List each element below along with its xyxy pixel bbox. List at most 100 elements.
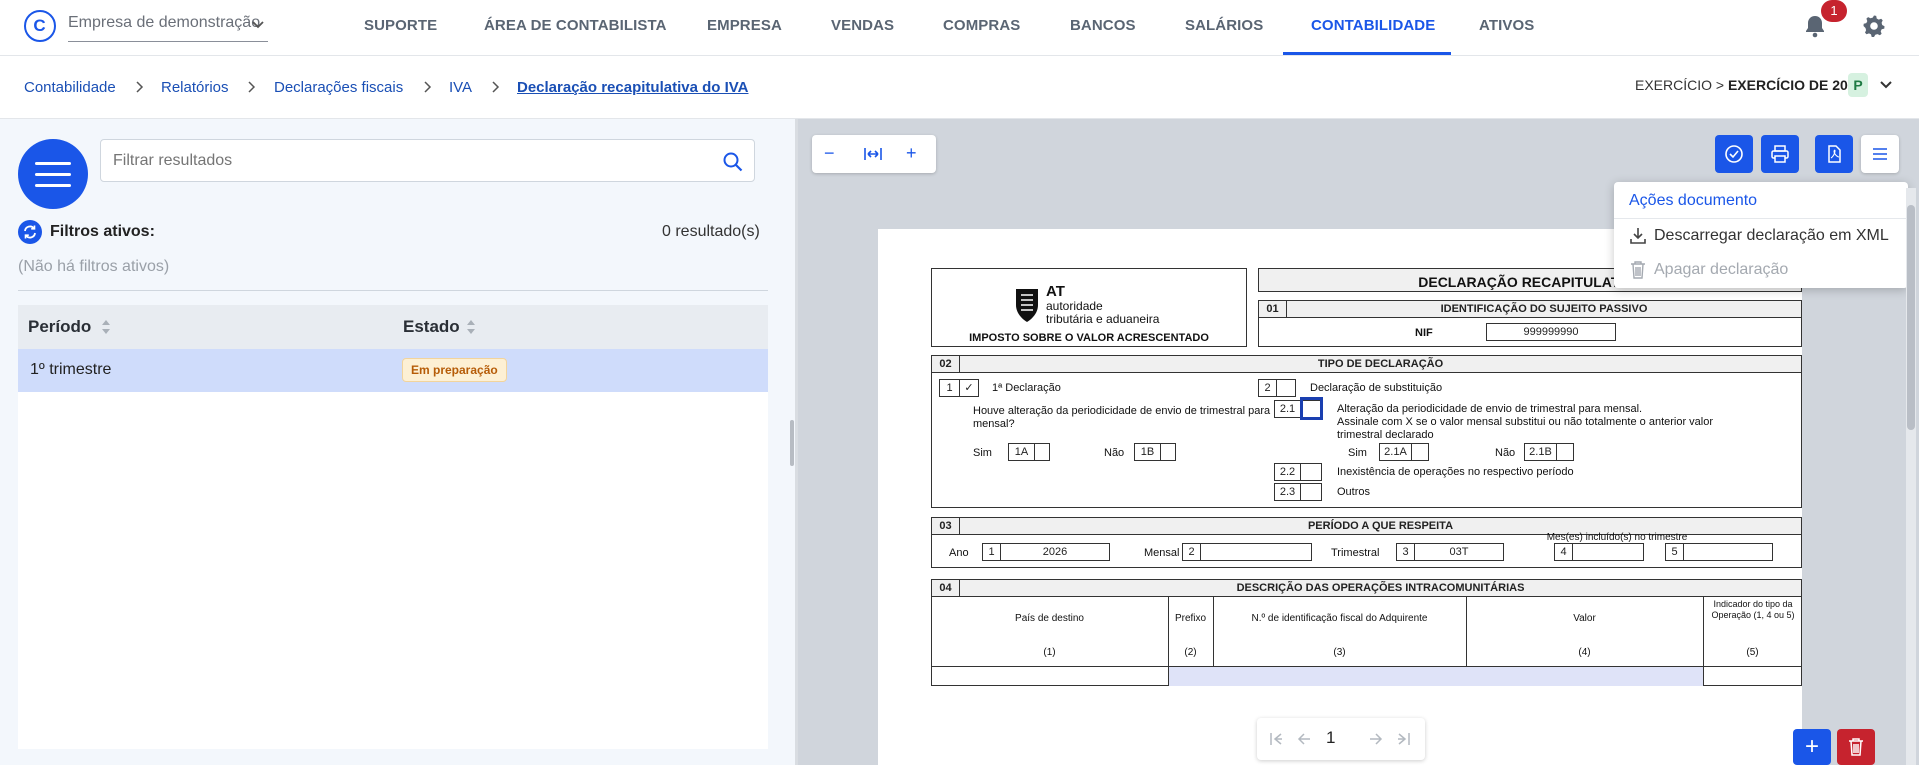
chevron-down-icon[interactable] [1878, 77, 1894, 93]
exercise-prefix: EXERCÍCIO > [1635, 77, 1728, 93]
nav-vendas[interactable]: VENDAS [831, 17, 894, 34]
exercise-name: EXERCÍCIO DE 2026 [1727, 77, 1864, 93]
result-count: 0 resultado(s) [662, 223, 760, 240]
print-button[interactable] [1761, 135, 1799, 173]
trash-icon [1631, 261, 1645, 279]
focused-checkbox[interactable] [1300, 397, 1323, 420]
field-1[interactable]: 1 ✓ [939, 379, 979, 397]
printer-icon [1771, 145, 1789, 163]
section-02-title: TIPO DE DECLARAÇÃO [1317, 358, 1444, 370]
exercise-selector[interactable]: EXERCÍCIO > EXERCÍCIO DE 2026 [1635, 77, 1863, 93]
tax-name: IMPOSTO SOBRE O VALOR ACRESCENTADO [969, 332, 1209, 344]
nav-ativos[interactable]: ATIVOS [1479, 17, 1534, 34]
field-month-5[interactable]: 5 [1665, 543, 1773, 561]
col-pais-destino: País de destino [1015, 613, 1084, 624]
nif-value: 999999990 [1523, 326, 1579, 338]
gear-icon[interactable] [1862, 14, 1886, 38]
results-table: Período Estado 1º trimestre Em preparaçã… [18, 305, 768, 749]
breadcrumb-declaracoes-fiscais[interactable]: Declarações fiscais [274, 79, 403, 96]
field-1a[interactable]: 1A [1008, 443, 1050, 461]
splitter-handle[interactable] [790, 420, 794, 466]
authority-line-1: autoridade [1046, 299, 1103, 313]
field-ano[interactable]: 1 2026 [982, 543, 1110, 561]
nav-contabilidade[interactable]: CONTABILIDADE [1311, 17, 1435, 34]
breadcrumb-current[interactable]: Declaração recapitulativa do IVA [517, 79, 748, 96]
add-button[interactable]: + [1793, 729, 1831, 765]
breadcrumb-iva[interactable]: IVA [449, 79, 472, 96]
field-1b-key: 1B [1135, 444, 1161, 460]
nav-bancos[interactable]: BANCOS [1070, 17, 1136, 34]
nav-compras[interactable]: COMPRAS [943, 17, 1020, 34]
authority-short: AT [1046, 283, 1065, 300]
chevron-right-icon [248, 81, 256, 93]
scrollbar-thumb[interactable] [1907, 205, 1915, 430]
search-icon[interactable] [722, 151, 744, 173]
col-2-number: (2) [1184, 647, 1197, 658]
previous-page-icon[interactable] [1297, 732, 1311, 746]
column-header-estado[interactable]: Estado [403, 317, 460, 337]
section-04-header: 04 DESCRIÇÃO DAS OPERAÇÕES INTRACOMUNITÁ… [931, 579, 1802, 597]
chevron-right-icon [492, 81, 500, 93]
section-01-number: 01 [1259, 301, 1287, 317]
nav-area-contabilista[interactable]: ÁREA DE CONTABILISTA [484, 17, 667, 34]
nav-suporte[interactable]: SUPORTE [364, 17, 437, 34]
change-note: Assinale com X se o valor mensal substit… [1337, 416, 1714, 441]
zoom-out-button[interactable]: − [824, 143, 835, 164]
pdf-file-icon [1828, 145, 1841, 163]
field-mensal-key: 2 [1183, 544, 1201, 560]
field-1-key: 1 [940, 380, 960, 396]
menu-icon-bar [35, 173, 71, 176]
refresh-icon[interactable] [18, 220, 42, 244]
nav-empresa[interactable]: EMPRESA [707, 17, 782, 34]
input-row-highlight[interactable] [1169, 667, 1703, 686]
mensal-label: Mensal [1144, 547, 1180, 559]
company-selector[interactable]: Empresa de demonstração [68, 14, 268, 42]
col-5-number: (5) [1746, 647, 1759, 658]
last-page-icon[interactable] [1397, 732, 1411, 746]
col-4-number: (4) [1578, 647, 1591, 658]
table-row[interactable]: 1º trimestre Em preparação [18, 349, 768, 392]
filter-search-input[interactable] [100, 139, 755, 182]
breadcrumb-bar: Contabilidade Relatórios Declarações fis… [0, 57, 1919, 119]
field-1-check: ✓ [964, 382, 974, 394]
actions-menu-title: Ações documento [1629, 192, 1758, 209]
field-ano-key: 1 [983, 544, 1001, 560]
field-trimestral[interactable]: 3 03T [1396, 543, 1504, 561]
at-emblem-icon [1016, 289, 1038, 322]
breadcrumb-relatorios[interactable]: Relatórios [161, 79, 229, 96]
section-03-number: 03 [932, 518, 960, 534]
field-2-1b[interactable]: 2.1B [1524, 443, 1574, 461]
page-number[interactable]: 1 [1326, 728, 1335, 748]
fit-width-icon[interactable] [864, 146, 882, 162]
sort-icon[interactable] [465, 318, 477, 336]
field-1b[interactable]: 1B [1134, 443, 1176, 461]
logo-letter: C [33, 16, 46, 35]
next-page-icon[interactable] [1369, 732, 1383, 746]
col-1-number: (1) [1043, 647, 1056, 658]
first-declaration-label: 1ª Declaração [992, 382, 1061, 394]
app-logo[interactable]: C [24, 10, 56, 42]
field-month-4[interactable]: 4 [1554, 543, 1644, 561]
column-header-periodo[interactable]: Período [28, 317, 91, 337]
field-2[interactable]: 2 [1258, 379, 1296, 397]
column-divider [1703, 596, 1704, 686]
divider [1614, 218, 1908, 219]
first-page-icon[interactable] [1269, 732, 1283, 746]
field-2-3[interactable]: 2.3 [1274, 483, 1322, 501]
pdf-button[interactable] [1815, 135, 1853, 173]
menu-button[interactable] [18, 139, 88, 209]
document-actions-menu-button[interactable] [1861, 135, 1899, 173]
breadcrumb-contabilidade[interactable]: Contabilidade [24, 79, 116, 96]
field-mensal[interactable]: 2 [1182, 543, 1312, 561]
col-valor: Valor [1573, 613, 1596, 624]
field-2-1a[interactable]: 2.1A [1379, 443, 1429, 461]
delete-declaration-menu-item[interactable]: Apagar declaração [1654, 261, 1788, 279]
nav-salarios[interactable]: SALÁRIOS [1185, 17, 1263, 34]
delete-button[interactable] [1837, 729, 1875, 765]
download-xml-menu-item[interactable]: Descarregar declaração em XML [1654, 227, 1889, 245]
active-filters-title: Filtros ativos: [50, 223, 155, 240]
validate-button[interactable] [1715, 135, 1753, 173]
field-2-2[interactable]: 2.2 [1274, 463, 1322, 481]
zoom-in-button[interactable]: + [906, 143, 917, 164]
sort-icon[interactable] [100, 318, 112, 336]
